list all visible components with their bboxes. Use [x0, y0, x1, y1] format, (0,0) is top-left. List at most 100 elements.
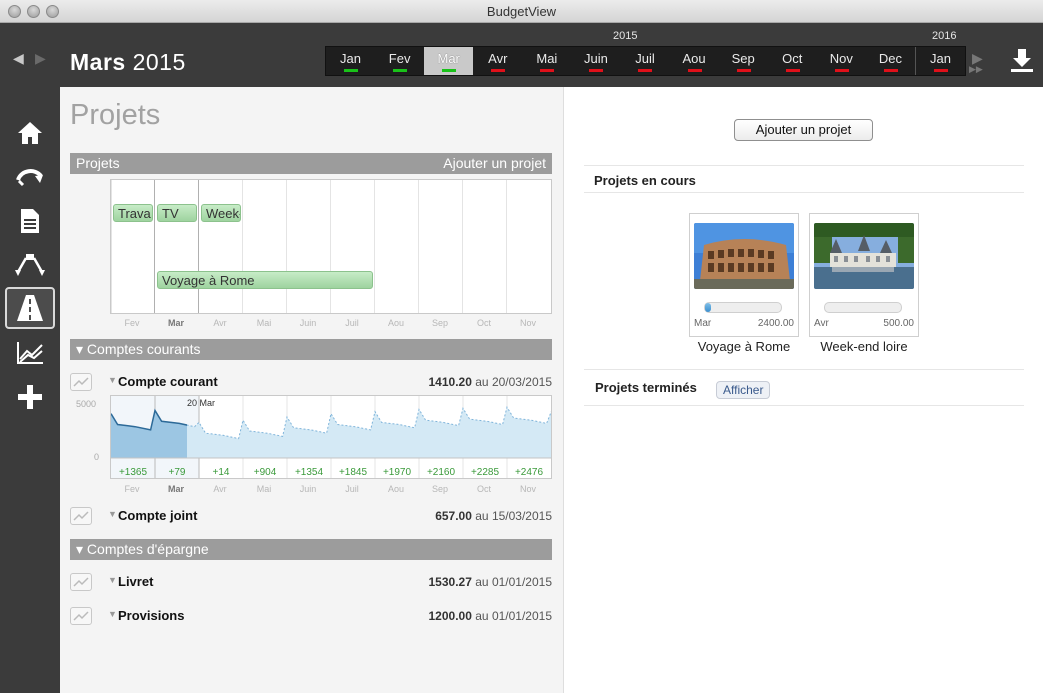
timeline-month[interactable]: Mar [424, 47, 474, 75]
timeline-month[interactable]: Sep [719, 47, 768, 75]
timeline-month-label: Mai [536, 51, 558, 66]
account-graph-icon[interactable] [70, 507, 92, 525]
download-icon[interactable] [1010, 47, 1034, 73]
timeline-month[interactable]: Fev [375, 47, 424, 75]
sidebar-analysis-button[interactable] [5, 333, 55, 373]
expand-triangle-icon[interactable]: ▼ [108, 609, 117, 619]
monthly-balance-label: +1365 [119, 467, 148, 478]
chart-y-label-zero: 0 [94, 452, 100, 462]
flows-icon [15, 254, 45, 276]
month-status-bar [589, 69, 604, 72]
axis-month-label: Mar [167, 484, 184, 494]
expand-triangle-icon[interactable]: ▼ [108, 509, 117, 519]
project-progress-bar [704, 302, 782, 313]
project-name[interactable]: Voyage à Rome [679, 339, 809, 354]
project-amount: 500.00 [883, 318, 914, 329]
axis-month-label: Oct [476, 484, 491, 494]
account-balance: 1530.27 au 01/01/2015 [428, 575, 553, 589]
gantt-bar-project[interactable]: TV [157, 204, 197, 222]
month-status-bar [736, 69, 751, 72]
account-balance: 1410.20 au 20/03/2015 [428, 375, 553, 389]
sidebar-home-button[interactable] [5, 113, 55, 153]
month-status-bar [442, 69, 457, 72]
timeline-month[interactable]: Juin [571, 47, 620, 75]
axis-month-label: Juin [299, 318, 317, 328]
sidebar-projects-button[interactable] [5, 287, 55, 329]
account-row[interactable]: ▼ Compte joint 657.00 au 15/03/2015 [70, 507, 552, 527]
projects-detail-panel: Ajouter un projet Projets en cours Mar 2… [563, 87, 1043, 693]
axis-month-label: Sep [431, 484, 448, 494]
analysis-chart-icon [17, 342, 43, 364]
account-name: Compte courant [118, 374, 218, 389]
timeline-month-label: Jan [340, 51, 362, 66]
account-graph-icon[interactable] [70, 607, 92, 625]
account-graph-icon[interactable] [70, 573, 92, 591]
timeline-month-label: Oct [782, 51, 803, 66]
month-status-bar [344, 69, 358, 72]
axis-month-label: Aou [387, 484, 404, 494]
timeline-month-label: Juil [635, 51, 655, 66]
timeline-month[interactable]: Jan [326, 47, 375, 75]
timeline-month-label: Sep [731, 51, 755, 66]
timeline-month[interactable]: Aou [670, 47, 719, 75]
add-project-link[interactable]: Ajouter un projet [443, 155, 546, 171]
gantt-bar-project[interactable]: Trava [113, 204, 153, 222]
timeline-month[interactable]: Dec [866, 47, 915, 75]
next-month-icon[interactable]: ▶ [35, 51, 46, 65]
monthly-balance-label: +79 [169, 467, 186, 478]
timeline-month[interactable]: Jan [916, 47, 965, 75]
monthly-balance-label: +1354 [295, 467, 324, 478]
month-status-bar [785, 69, 800, 72]
timeline-month[interactable]: Nov [817, 47, 866, 75]
axis-month-label: Avr [213, 484, 227, 494]
timeline-month-label: Nov [829, 51, 853, 66]
timeline-month[interactable]: Mai [522, 47, 571, 75]
add-project-button[interactable]: Ajouter un projet [734, 119, 873, 141]
gantt-bar-project[interactable]: Voyage à Rome [157, 271, 373, 289]
timeline-month-label: Avr [488, 51, 508, 66]
monthly-balance-label: +1845 [339, 467, 368, 478]
expand-triangle-icon[interactable]: ▼ [108, 375, 117, 385]
axis-month-label: Juil [345, 484, 359, 494]
month-name: Mars [70, 49, 126, 75]
project-amount: 2400.00 [757, 318, 794, 329]
projects-main-panel: Projets Projets Ajouter un projet Trava … [60, 87, 563, 693]
project-card[interactable]: Avr 500.00 [809, 213, 919, 337]
window-title: BudgetView [486, 4, 557, 19]
projects-gantt-chart: Trava TV Week- Voyage à Rome [110, 179, 552, 314]
timeline-month[interactable]: Avr [473, 47, 522, 75]
chateau-photo [814, 223, 914, 289]
account-row[interactable]: ▼ Provisions 1200.00 au 01/01/2015 [70, 607, 552, 627]
account-row[interactable]: ▼ Livret 1530.27 au 01/01/2015 [70, 573, 552, 593]
sidebar-add-button[interactable] [5, 377, 55, 417]
axis-month-label: Fev [124, 484, 140, 494]
project-name[interactable]: Week-end loire [799, 339, 929, 354]
current-accounts-section-header[interactable]: ▾ Comptes courants [70, 339, 552, 360]
projects-section-header: Projets Ajouter un projet [70, 153, 552, 174]
account-graph-icon[interactable] [70, 373, 92, 391]
timeline-month[interactable]: Juil [620, 47, 669, 75]
gantt-bar-project[interactable]: Week- [201, 204, 241, 222]
timeline-fast-forward-icon[interactable]: ▶▶ [969, 64, 983, 75]
axis-month-label: Fev [124, 318, 140, 328]
savings-accounts-label: ▾ Comptes d'épargne [76, 541, 209, 557]
sidebar-flows-button[interactable] [5, 245, 55, 285]
timeline-month-label: Mar [437, 51, 460, 66]
timeline-month[interactable]: Oct [768, 47, 817, 75]
projects-finished-title: Projets terminés [595, 380, 697, 395]
add-icon [18, 385, 42, 409]
sidebar-categorize-button[interactable] [5, 157, 55, 197]
sidebar-budget-button[interactable] [5, 201, 55, 241]
savings-accounts-section-header[interactable]: ▾ Comptes d'épargne [70, 539, 552, 560]
previous-month-icon[interactable]: ◀ [13, 51, 24, 65]
expand-triangle-icon[interactable]: ▼ [108, 575, 117, 585]
axis-month-label: Nov [519, 484, 536, 494]
timeline-month-label: Aou [682, 51, 706, 66]
show-finished-button[interactable]: Afficher [716, 381, 771, 399]
account-row[interactable]: ▼ Compte courant 1410.20 au 20/03/2015 [70, 373, 552, 393]
header-bar: ◀ ▶ Mars 2015 2015 2016 Jan Fev Mar Avr Mai J… [0, 23, 1043, 87]
project-card[interactable]: Mar 2400.00 [689, 213, 799, 337]
project-month: Mar [694, 318, 712, 329]
timeline-month-label: Dec [878, 51, 902, 66]
window-titlebar: BudgetView [0, 0, 1043, 23]
